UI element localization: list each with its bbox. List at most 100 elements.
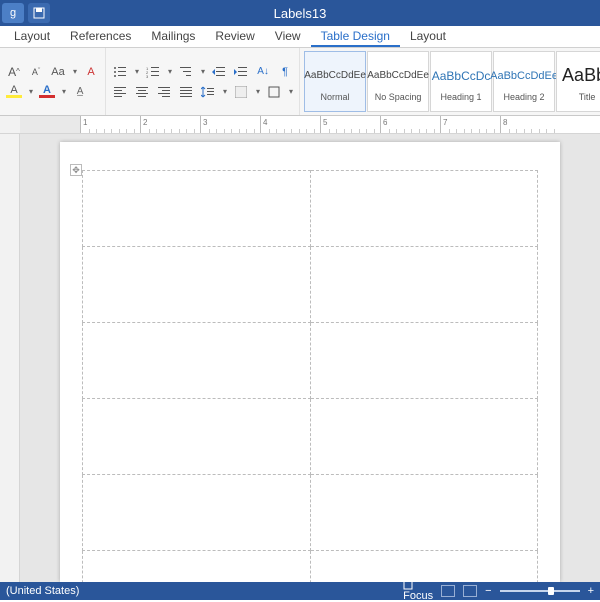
horizontal-ruler[interactable]: 1 2 3 4 5 6 7 8: [0, 116, 600, 134]
label-cell[interactable]: [310, 323, 538, 399]
style-label: Normal: [321, 92, 350, 102]
align-right-icon[interactable]: [156, 84, 172, 100]
ruler-number: 4: [263, 118, 267, 127]
bullets-icon[interactable]: [112, 64, 128, 80]
document-title: Labels13: [274, 6, 327, 21]
label-cell[interactable]: [310, 551, 538, 583]
style-no-spacing[interactable]: AaBbCcDdEe No Spacing: [367, 51, 429, 112]
font-group: A^ Aˇ Aa ▾ A A ▾ A ▾ A̲: [0, 48, 106, 115]
chevron-down-icon: ▾: [256, 87, 260, 96]
align-left-icon[interactable]: [112, 84, 128, 100]
style-preview: AaBb(: [562, 62, 600, 90]
ribbon: A^ Aˇ Aa ▾ A A ▾ A ▾ A̲ ▾ 123 ▾ ▾: [0, 48, 600, 116]
multilevel-list-icon[interactable]: [178, 64, 194, 80]
tab-table-design[interactable]: Table Design: [311, 26, 400, 47]
align-center-icon[interactable]: [134, 84, 150, 100]
page[interactable]: ✥: [60, 142, 560, 582]
tab-references[interactable]: References: [60, 26, 141, 47]
zoom-in-button[interactable]: +: [588, 585, 594, 597]
ruler-number: 2: [143, 118, 147, 127]
title-bar: g Labels13: [0, 0, 600, 26]
style-preview: AaBbCcDdEe: [304, 62, 366, 90]
autosave-toggle[interactable]: g: [2, 3, 24, 23]
status-language[interactable]: (United States): [6, 585, 79, 597]
chevron-down-icon: ▾: [201, 67, 205, 76]
ruler-number: 8: [503, 118, 507, 127]
style-label: Heading 2: [504, 92, 545, 102]
text-highlight-icon[interactable]: A: [6, 85, 22, 98]
label-cell[interactable]: [83, 323, 311, 399]
ruler-number: 5: [323, 118, 327, 127]
decrease-indent-icon[interactable]: [211, 64, 227, 80]
label-cell[interactable]: [83, 171, 311, 247]
label-cell[interactable]: [83, 551, 311, 583]
sort-icon[interactable]: A↓: [255, 64, 271, 80]
web-layout-view-icon[interactable]: [463, 585, 477, 597]
save-button[interactable]: [28, 3, 50, 23]
style-label: No Spacing: [375, 92, 422, 102]
chevron-down-icon: ▾: [29, 87, 33, 96]
styles-gallery: AaBbCcDdEeNormalAaBbCcDdEeNo SpacingAaBb…: [300, 48, 600, 115]
character-border-icon[interactable]: A̲: [72, 84, 88, 100]
label-cell[interactable]: [310, 171, 538, 247]
clear-formatting-icon[interactable]: A: [83, 64, 99, 80]
ribbon-tabs: Layout References Mailings Review View T…: [0, 26, 600, 48]
label-cell[interactable]: [310, 399, 538, 475]
shrink-font-icon[interactable]: Aˇ: [28, 64, 44, 80]
svg-text:3: 3: [146, 74, 149, 78]
print-layout-view-icon[interactable]: [441, 585, 455, 597]
change-case-icon[interactable]: Aa: [50, 64, 66, 80]
zoom-slider[interactable]: [500, 590, 580, 592]
chevron-down-icon: ▾: [223, 87, 227, 96]
label-cell[interactable]: [83, 247, 311, 323]
ruler-number: 1: [83, 118, 87, 127]
ruler-number: 3: [203, 118, 207, 127]
increase-indent-icon[interactable]: [233, 64, 249, 80]
table-row: [83, 475, 538, 551]
ruler-number: 6: [383, 118, 387, 127]
numbering-icon[interactable]: 123: [145, 64, 161, 80]
label-cell[interactable]: [83, 475, 311, 551]
style-heading-2[interactable]: AaBbCcDdEeHeading 2: [493, 51, 555, 112]
table-row: [83, 323, 538, 399]
label-cell[interactable]: [83, 399, 311, 475]
borders-icon[interactable]: [266, 84, 282, 100]
tab-review[interactable]: Review: [205, 26, 264, 47]
label-table[interactable]: [82, 170, 538, 582]
table-row: [83, 171, 538, 247]
chevron-down-icon: ▾: [62, 87, 66, 96]
table-move-handle-icon[interactable]: ✥: [70, 164, 82, 176]
vertical-ruler[interactable]: [0, 134, 20, 582]
label-cell[interactable]: [310, 475, 538, 551]
font-color-icon[interactable]: A: [39, 85, 55, 98]
shading-icon[interactable]: [233, 84, 249, 100]
document-canvas: ✥: [0, 134, 600, 582]
chevron-down-icon: ▾: [289, 87, 293, 96]
tab-view[interactable]: View: [265, 26, 311, 47]
label-cell[interactable]: [310, 247, 538, 323]
style-normal[interactable]: AaBbCcDdEe Normal: [304, 51, 366, 112]
status-bar: (United States) Focus − +: [0, 582, 600, 600]
ruler-number: 7: [443, 118, 447, 127]
style-label: Heading 1: [441, 92, 482, 102]
chevron-down-icon: ▾: [135, 67, 139, 76]
style-preview: AaBbCcDc: [432, 62, 491, 90]
tab-layout[interactable]: Layout: [4, 26, 60, 47]
justify-icon[interactable]: [178, 84, 194, 100]
pilcrow-icon[interactable]: ¶: [277, 64, 293, 80]
tab-table-layout[interactable]: Layout: [400, 26, 456, 47]
chevron-down-icon: ▾: [168, 67, 172, 76]
style-label: Title: [579, 92, 596, 102]
zoom-out-button[interactable]: −: [485, 585, 491, 597]
paragraph-group: ▾ 123 ▾ ▾ A↓ ¶ ▾ ▾ ▾: [106, 48, 300, 115]
table-row: [83, 399, 538, 475]
tab-mailings[interactable]: Mailings: [141, 26, 205, 47]
style-title[interactable]: AaBb( Title: [556, 51, 600, 112]
line-spacing-icon[interactable]: [200, 84, 216, 100]
style-preview: AaBbCcDdEe: [367, 62, 429, 90]
focus-mode-button[interactable]: Focus: [403, 580, 433, 602]
style-heading-1[interactable]: AaBbCcDc Heading 1: [430, 51, 492, 112]
chevron-down-icon: ▾: [73, 67, 77, 76]
table-row: [83, 247, 538, 323]
grow-font-icon[interactable]: A^: [6, 64, 22, 80]
